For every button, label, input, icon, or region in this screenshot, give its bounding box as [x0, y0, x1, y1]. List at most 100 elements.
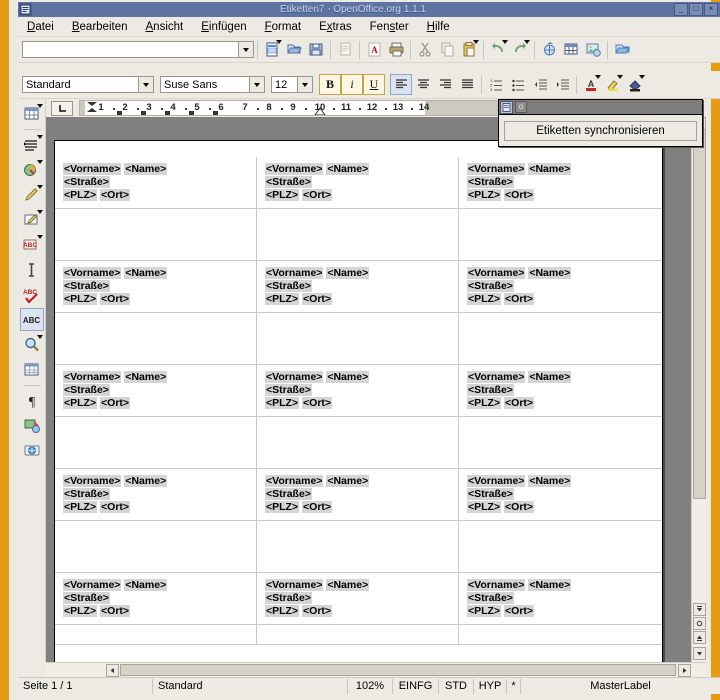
navigator-button[interactable] [611, 39, 633, 60]
insert-frame-dropdown-icon[interactable] [37, 210, 43, 214]
tab-stop-marker[interactable] [213, 111, 218, 115]
tab-stop-marker[interactable] [165, 111, 170, 115]
label-cell[interactable]: <Vorname> <Name> <Straße> <PLZ> <Ort> [459, 365, 662, 417]
url-field[interactable] [22, 41, 254, 58]
menu-datei[interactable]: Datei [18, 19, 63, 35]
font-size-dropdown[interactable] [297, 77, 312, 92]
label-cell[interactable]: <Vorname> <Name> <Straße> <PLZ> <Ort> [459, 469, 662, 521]
label-sync-toolbar-handle[interactable]: o [515, 101, 527, 113]
menu-format[interactable]: Format [256, 19, 310, 35]
scroll-left-button[interactable] [106, 664, 119, 677]
font-size-value[interactable]: 12 [272, 79, 297, 91]
label-spacer-cell[interactable] [257, 209, 459, 261]
tab-stop-marker[interactable] [189, 111, 194, 115]
label-spacer-cell[interactable] [257, 313, 459, 365]
previous-page-button[interactable] [693, 603, 706, 616]
label-cell[interactable]: <Vorname> <Name> <Straße> <PLZ> <Ort> [459, 261, 662, 313]
label-spacer-cell[interactable] [459, 521, 662, 573]
label-spacer-cell[interactable] [257, 521, 459, 573]
menu-einfuegen[interactable]: Einfügen [192, 19, 255, 35]
insert-fields-tool[interactable] [20, 133, 44, 156]
autospellcheck-tool[interactable]: ABC [20, 308, 44, 331]
print-button[interactable] [385, 39, 407, 60]
label-sync-toolbar[interactable]: o Etiketten synchronisieren [498, 99, 703, 147]
status-modified[interactable]: * [507, 679, 521, 694]
align-right-button[interactable] [434, 74, 456, 95]
text-frame-dropdown-icon[interactable] [37, 235, 43, 239]
data-sources-tool[interactable] [20, 358, 44, 381]
menu-bearbeiten[interactable]: Bearbeiten [63, 19, 137, 35]
horizontal-scroll-thumb[interactable] [120, 664, 676, 676]
paragraph-style-combo[interactable]: Standard [22, 76, 154, 93]
redo-button[interactable] [509, 39, 531, 60]
align-left-button[interactable] [390, 74, 412, 95]
highlight-button[interactable] [602, 74, 624, 95]
label-cell[interactable]: <Vorname> <Name> <Straße> <PLZ> <Ort> [257, 573, 459, 625]
insert-text-frame-tool[interactable]: ABC [20, 233, 44, 256]
label-spacer-cell[interactable] [55, 209, 257, 261]
insert-object-tool[interactable] [20, 158, 44, 181]
underline-button[interactable]: U [363, 74, 385, 95]
label-cell[interactable]: <Vorname> <Name> <Straße> <PLZ> <Ort> [459, 573, 662, 625]
label-spacer-cell[interactable] [459, 625, 662, 645]
redo-dropdown-icon[interactable] [524, 40, 530, 44]
cut-button[interactable] [414, 39, 436, 60]
find-replace-dropdown-icon[interactable] [37, 335, 43, 339]
tab-stop-selector[interactable] [51, 101, 73, 116]
font-name-dropdown[interactable] [249, 77, 264, 92]
new-document-dropdown-icon[interactable] [276, 40, 282, 44]
label-cell[interactable]: <Vorname> <Name> <Straße> <PLZ> <Ort> [55, 261, 257, 313]
label-spacer-cell[interactable] [459, 209, 662, 261]
insert-table-dropdown-icon[interactable] [37, 104, 43, 108]
edit-file-button[interactable] [334, 39, 356, 60]
hyperlink-button[interactable] [538, 39, 560, 60]
status-insert-mode[interactable]: EINFG [393, 679, 439, 694]
status-zoom[interactable]: 102% [348, 679, 393, 694]
spellcheck-tool[interactable]: ABC [20, 283, 44, 306]
label-cell[interactable]: <Vorname> <Name> <Straße> <PLZ> <Ort> [55, 157, 257, 209]
italic-button[interactable]: i [341, 74, 363, 95]
menu-hilfe[interactable]: Hilfe [418, 19, 459, 35]
font-color-dropdown-icon[interactable] [595, 75, 601, 79]
label-cell[interactable]: <Vorname> <Name> <Straße> <PLZ> <Ort> [257, 261, 459, 313]
gallery-button[interactable] [582, 39, 604, 60]
status-page-style[interactable]: Standard [153, 679, 348, 694]
undo-dropdown-icon[interactable] [502, 40, 508, 44]
horizontal-scrollbar[interactable] [46, 662, 706, 677]
status-section[interactable]: MasterLabel [521, 679, 720, 694]
maximize-button[interactable]: □ [689, 3, 703, 16]
menu-fenster[interactable]: Fenster [361, 19, 418, 35]
label-spacer-cell[interactable] [257, 417, 459, 469]
label-spacer-cell[interactable] [459, 417, 662, 469]
label-cell[interactable]: <Vorname> <Name> <Straße> <PLZ> <Ort> [55, 365, 257, 417]
label-cell[interactable]: <Vorname> <Name> <Straße> <PLZ> <Ort> [459, 157, 662, 209]
label-cell[interactable]: <Vorname> <Name> <Straße> <PLZ> <Ort> [257, 469, 459, 521]
url-field-dropdown[interactable] [238, 42, 253, 57]
label-spacer-cell[interactable] [55, 521, 257, 573]
label-spacer-cell[interactable] [55, 625, 257, 645]
synchronize-labels-button[interactable]: Etiketten synchronisieren [504, 121, 697, 141]
label-spacer-cell[interactable] [257, 625, 459, 645]
paragraph-style-dropdown[interactable] [138, 77, 153, 92]
tab-stop-marker[interactable] [141, 111, 146, 115]
indent-marker-icon[interactable] [85, 101, 99, 115]
insert-object-dropdown-icon[interactable] [37, 160, 43, 164]
scroll-down-button[interactable] [693, 647, 706, 660]
next-page-button[interactable] [693, 631, 706, 644]
table-button[interactable] [560, 39, 582, 60]
copy-button[interactable] [436, 39, 458, 60]
paste-dropdown-icon[interactable] [473, 40, 479, 44]
align-center-button[interactable] [412, 74, 434, 95]
font-name-combo[interactable]: Suse Sans [160, 76, 265, 93]
label-sync-toolbar-titlebar[interactable]: o [499, 100, 702, 115]
tab-stop-marker[interactable] [117, 111, 122, 115]
minimize-button[interactable]: _ [674, 3, 688, 16]
draw-functions-dropdown-icon[interactable] [37, 185, 43, 189]
paste-button[interactable] [458, 39, 480, 60]
label-cell[interactable]: <Vorname> <Name> <Straße> <PLZ> <Ort> [55, 469, 257, 521]
decrease-indent-button[interactable] [529, 74, 551, 95]
show-draw-functions-tool[interactable] [20, 183, 44, 206]
find-replace-tool[interactable] [20, 333, 44, 356]
status-selection-mode[interactable]: STD [439, 679, 474, 694]
highlight-dropdown-icon[interactable] [617, 75, 623, 79]
